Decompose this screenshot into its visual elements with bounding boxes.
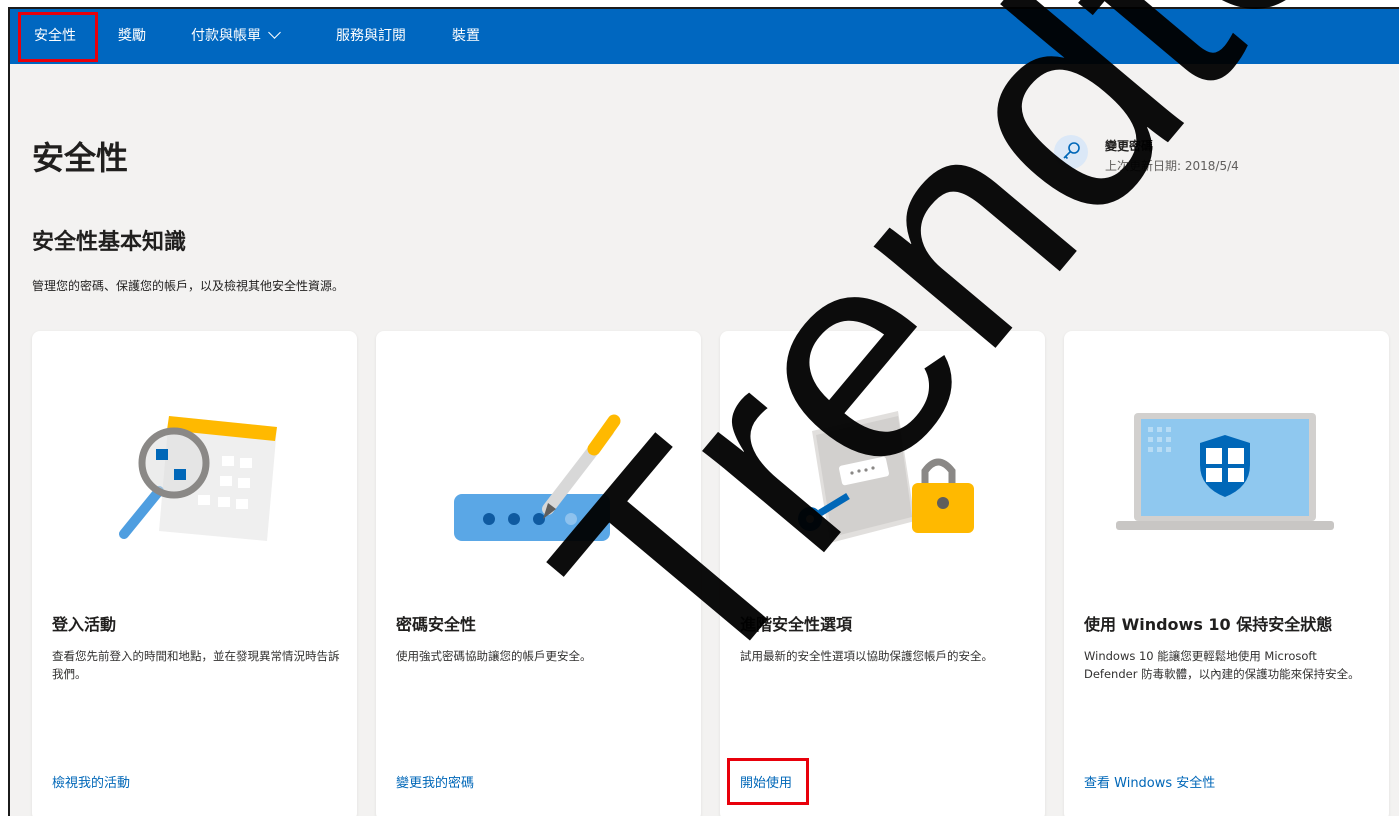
card-description: Windows 10 能讓您更輕鬆地使用 Microsoft Defender … (1084, 649, 1360, 681)
chevron-down-icon (268, 26, 281, 39)
card-title: 進階安全性選項 (740, 615, 853, 634)
get-started-link[interactable]: 開始使用 (740, 772, 792, 791)
nav-tab-payment-billing[interactable]: 付款與帳單 (191, 9, 281, 64)
section-title: 安全性基本知識 (32, 230, 187, 255)
card-sign-in-activity: 登入活動 查看您先前登入的時間和地點，並在發現異常情況時告訴我們。 檢視我的活動 (32, 331, 357, 816)
card-description: 使用強式密碼協助讓您的帳戶更安全。 (396, 649, 592, 663)
card-windows-10-security: 使用 Windows 10 保持安全狀態 Windows 10 能讓您更輕鬆地使… (1064, 331, 1389, 816)
lock-key-illustration (720, 391, 1045, 551)
card-title: 密碼安全性 (396, 615, 477, 634)
app-window: 安全性 獎勵 付款與帳單 服務與訂閱 裝置 安全性 變更密碼 上次更新日期: 2… (8, 7, 1399, 816)
nav-tab-rewards[interactable]: 獎勵 (118, 9, 146, 64)
page-title: 安全性 (32, 139, 129, 177)
card-advanced-security: 進階安全性選項 試用最新的安全性選項以協助保護您帳戶的安全。 開始使用 (720, 331, 1045, 816)
key-icon[interactable] (1054, 135, 1088, 169)
card-description: 試用最新的安全性選項以協助保護您帳戶的安全。 (740, 649, 993, 663)
card-title: 登入活動 (52, 615, 117, 634)
nav-tab-security[interactable]: 安全性 (34, 9, 76, 64)
view-windows-security-link[interactable]: 查看 Windows 安全性 (1084, 772, 1215, 791)
top-nav-bar: 安全性 獎勵 付款與帳單 服務與訂閱 裝置 (10, 9, 1399, 64)
section-description: 管理您的密碼、保護您的帳戶，以及檢視其他安全性資源。 (32, 279, 345, 293)
card-password-security: 密碼安全性 使用強式密碼協助讓您的帳戶更安全。 變更我的密碼 (376, 331, 701, 816)
password-last-updated: 上次更新日期: 2018/5/4 (1105, 159, 1239, 173)
change-my-password-link[interactable]: 變更我的密碼 (396, 772, 474, 791)
change-password-link[interactable]: 變更密碼 (1105, 137, 1153, 154)
magnifier-calendar-illustration (32, 391, 357, 551)
card-description: 查看您先前登入的時間和地點，並在發現異常情況時告訴我們。 (52, 649, 340, 681)
laptop-shield-illustration (1064, 391, 1389, 551)
password-pen-illustration (376, 391, 701, 551)
card-title: 使用 Windows 10 保持安全狀態 (1084, 615, 1333, 634)
nav-tab-devices[interactable]: 裝置 (452, 9, 480, 64)
view-my-activity-link[interactable]: 檢視我的活動 (52, 772, 130, 791)
nav-tab-services-subscriptions[interactable]: 服務與訂閱 (336, 9, 406, 64)
